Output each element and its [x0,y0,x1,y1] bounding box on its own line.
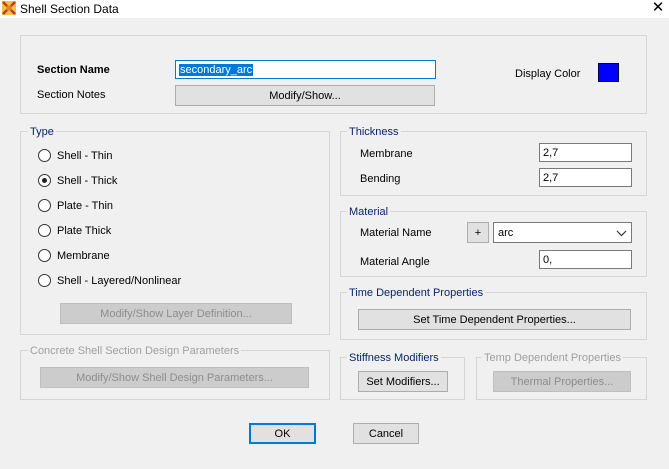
time-dependent-group-title: Time Dependent Properties [347,287,486,299]
radio-label-shell-thick: Shell - Thick [57,175,118,187]
thickness-group-title: Thickness [347,126,401,138]
bending-input[interactable]: 2,7 [539,168,632,187]
bending-label: Bending [360,173,401,185]
close-icon[interactable]: ✕ [650,0,666,16]
material-angle-label: Material Angle [360,256,430,268]
material-name-value: arc [498,226,514,239]
radio-plate-thick[interactable] [38,224,51,237]
radio-shell-thick[interactable] [38,174,51,187]
window-title: Shell Section Data [20,2,119,16]
radio-shell-thin[interactable] [38,149,51,162]
membrane-label: Membrane [360,148,413,160]
type-group-title: Type [28,126,56,138]
section-name-input[interactable]: secondary_arc [175,60,436,79]
radio-shell-layered[interactable] [38,274,51,287]
material-name-select[interactable]: arc [493,222,632,243]
radio-plate-thin[interactable] [38,199,51,212]
radio-label-plate-thin: Plate - Thin [57,200,114,212]
modify-layer-definition-button[interactable]: Modify/Show Layer Definition... [60,303,292,324]
set-modifiers-button[interactable]: Set Modifiers... [358,371,448,392]
title-bar: Shell Section Data ✕ [0,0,669,18]
add-material-button[interactable]: + [467,222,489,243]
ok-button[interactable]: OK [249,423,316,444]
material-angle-input[interactable]: 0, [539,250,632,269]
cancel-button[interactable]: Cancel [353,423,419,444]
section-name-value: secondary_arc [179,63,254,76]
radio-selected-dot [42,178,47,183]
set-time-dependent-button[interactable]: Set Time Dependent Properties... [358,309,631,330]
radio-label-membrane: Membrane [57,250,110,262]
temp-dependent-group-title: Temp Dependent Properties [482,352,623,364]
modify-shell-design-button[interactable]: Modify/Show Shell Design Parameters... [40,367,309,388]
radio-membrane[interactable] [38,249,51,262]
stiffness-group-title: Stiffness Modifiers [347,352,441,364]
app-icon [2,1,16,15]
radio-label-plate-thick: Plate Thick [57,225,112,237]
section-name-label: Section Name [37,64,110,76]
material-group-title: Material [347,206,391,218]
modify-show-notes-button[interactable]: Modify/Show... [175,85,435,106]
radio-label-shell-thin: Shell - Thin [57,150,113,162]
material-name-label: Material Name [360,227,432,239]
concrete-design-group-title: Concrete Shell Section Design Parameters [28,345,242,357]
thermal-properties-button[interactable]: Thermal Properties... [493,371,631,392]
chevron-down-icon [616,230,627,237]
display-color-label: Display Color [515,68,581,80]
radio-label-shell-layered: Shell - Layered/Nonlinear [57,275,182,287]
display-color-swatch[interactable] [598,63,619,82]
membrane-input[interactable]: 2,7 [539,143,632,162]
section-notes-label: Section Notes [37,89,106,101]
